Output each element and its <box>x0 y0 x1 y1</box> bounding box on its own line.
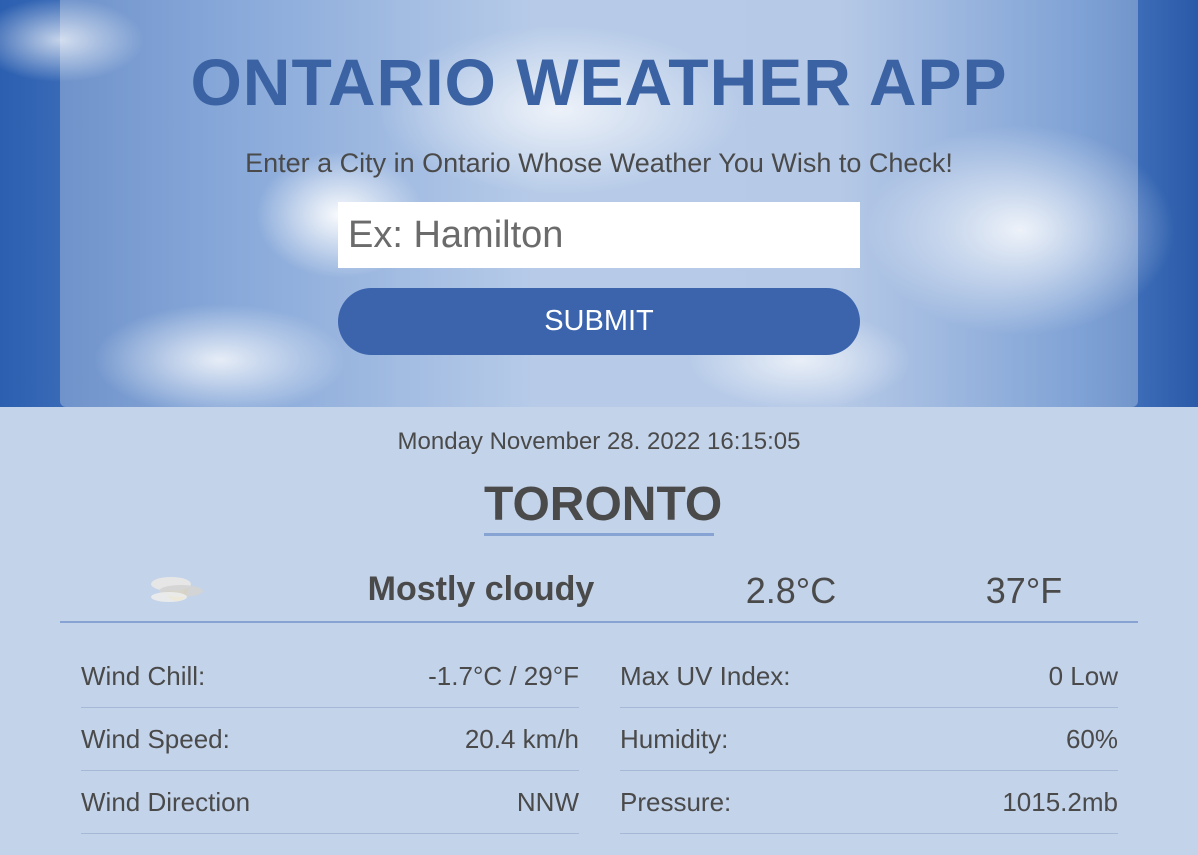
search-instructions: Enter a City in Ontario Whose Weather Yo… <box>245 148 953 178</box>
details-left-column: Wind Chill: -1.7°C / 29°F Wind Speed: 20… <box>81 646 579 834</box>
detail-wind-chill: Wind Chill: -1.7°C / 29°F <box>81 646 579 708</box>
detail-label: Wind Speed: <box>81 723 230 754</box>
detail-label: Wind Direction <box>81 786 251 817</box>
temperature-celsius: 2.8°C <box>745 570 837 611</box>
submit-button[interactable]: SUBMIT <box>338 288 860 355</box>
detail-wind-direction: Wind Direction NNW <box>81 771 579 834</box>
partly-cloudy-icon <box>147 566 205 606</box>
detail-value: NNW <box>516 786 579 817</box>
detail-label: Wind Chill: <box>81 661 206 691</box>
detail-humidity: Humidity: 60% <box>620 708 1118 771</box>
detail-wind-speed: Wind Speed: 20.4 km/h <box>81 708 579 771</box>
weather-condition: Mostly cloudy <box>367 570 595 608</box>
detail-value: 1015.2mb <box>1002 786 1118 817</box>
temperature-fahrenheit: 37°F <box>985 570 1063 611</box>
detail-value: 20.4 km/h <box>464 723 579 754</box>
city-name: TORONTO <box>484 478 722 536</box>
details-right-column: Max UV Index: 0 Low Humidity: 60% Pressu… <box>620 646 1118 834</box>
current-datetime: Monday November 28. 2022 16:15:05 <box>397 428 801 455</box>
weather-summary: Mostly cloudy 2.8°C 37°F <box>60 560 1138 623</box>
detail-label: Pressure: <box>620 786 732 817</box>
detail-pressure: Pressure: 1015.2mb <box>620 771 1118 834</box>
detail-value: 0 Low <box>1048 661 1118 691</box>
detail-label: Humidity: <box>620 723 729 754</box>
detail-value: 60% <box>1065 723 1118 754</box>
detail-label: Max UV Index: <box>620 661 791 691</box>
detail-value: -1.7°C / 29°F <box>428 661 579 691</box>
city-search-input[interactable] <box>338 202 860 268</box>
app-title: ONTARIO WEATHER APP <box>190 45 1008 119</box>
detail-max-uv-index: Max UV Index: 0 Low <box>620 646 1118 708</box>
